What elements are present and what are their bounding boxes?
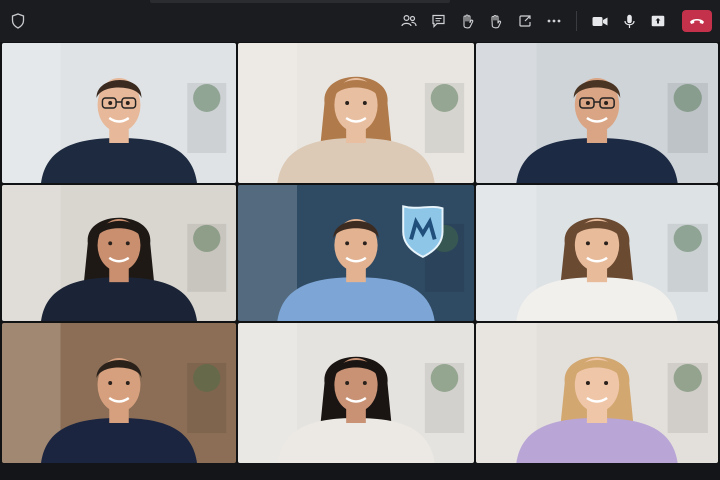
participant-video-tile[interactable] bbox=[238, 323, 474, 463]
participant-video-tile[interactable] bbox=[476, 185, 718, 321]
meeting-toolbar bbox=[0, 0, 720, 42]
participant-video-feed bbox=[238, 185, 474, 321]
microphone-button[interactable] bbox=[617, 9, 641, 33]
participant-video-tile[interactable] bbox=[2, 185, 236, 321]
people-button[interactable] bbox=[397, 9, 421, 33]
microphone-icon bbox=[623, 14, 635, 28]
react-button[interactable] bbox=[484, 9, 508, 33]
react-icon bbox=[491, 14, 502, 28]
bottom-status-strip bbox=[0, 463, 720, 480]
participant-video-feed bbox=[476, 185, 718, 321]
share-button[interactable] bbox=[513, 9, 537, 33]
raise-hand-button[interactable] bbox=[455, 9, 479, 33]
participant-video-feed bbox=[476, 43, 718, 183]
phone-hangup-icon bbox=[690, 19, 704, 24]
people-icon bbox=[401, 14, 417, 27]
camera-icon bbox=[592, 16, 608, 26]
participant-video-feed bbox=[476, 323, 718, 463]
participant-video-feed bbox=[2, 43, 236, 183]
toolbar-divider bbox=[576, 11, 577, 31]
screen-share-icon bbox=[651, 15, 665, 27]
participant-video-feed bbox=[238, 43, 474, 183]
title-bar-grip[interactable] bbox=[150, 0, 450, 3]
participant-video-tile[interactable] bbox=[476, 43, 718, 183]
chat-icon bbox=[431, 14, 445, 28]
participant-video-feed bbox=[238, 323, 474, 463]
participant-video-tile[interactable] bbox=[2, 43, 236, 183]
participant-video-feed bbox=[2, 323, 236, 463]
screen-share-button[interactable] bbox=[646, 9, 670, 33]
hand-icon bbox=[463, 13, 474, 28]
leave-call-button[interactable] bbox=[682, 10, 712, 32]
video-grid bbox=[2, 43, 718, 463]
participant-video-tile[interactable] bbox=[2, 323, 236, 463]
participant-video-tile[interactable] bbox=[238, 185, 474, 321]
shield-outline-icon[interactable] bbox=[8, 11, 28, 31]
participant-video-tile[interactable] bbox=[476, 323, 718, 463]
participant-video-feed bbox=[2, 185, 236, 321]
chat-button[interactable] bbox=[426, 9, 450, 33]
more-options-button[interactable] bbox=[542, 9, 566, 33]
more-dots-icon bbox=[547, 19, 561, 23]
participant-video-tile[interactable] bbox=[238, 43, 474, 183]
share-tray-icon bbox=[519, 15, 531, 27]
camera-button[interactable] bbox=[588, 9, 612, 33]
